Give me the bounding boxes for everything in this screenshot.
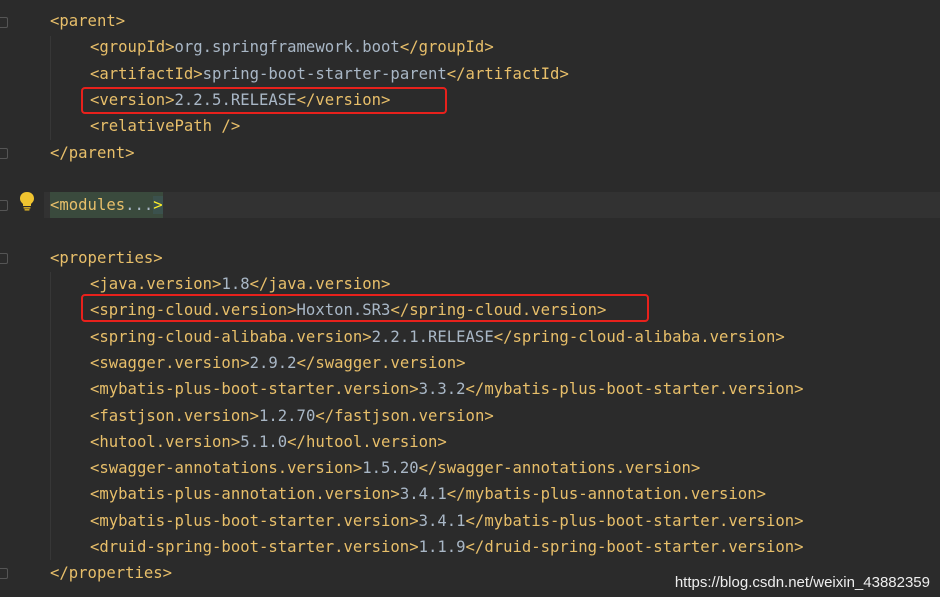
xml-tag: </fastjson.version>: [315, 406, 494, 425]
xml-tag: </mybatis-plus-boot-starter.version>: [465, 511, 804, 530]
xml-value: 1.1.9: [418, 538, 466, 556]
code-text: <spring-cloud-alibaba.version>2.2.1.RELE…: [90, 324, 785, 350]
watermark: https://blog.csdn.net/weixin_43882359: [674, 574, 930, 591]
xml-tag: </swagger-annotations.version>: [418, 459, 701, 478]
code-text: <swagger.version>2.9.2</swagger.version>: [90, 350, 466, 376]
code-text: </properties>: [50, 560, 172, 586]
xml-tag: <mybatis-plus-boot-starter.version>: [90, 511, 419, 530]
xml-tag: <relativePath />: [90, 117, 241, 136]
fold-marker-parent-close[interactable]: [0, 148, 8, 159]
xml-value: 3.4.1: [418, 511, 466, 530]
xml-value: org.springframework.boot: [174, 38, 400, 57]
xml-tag: </mybatis-plus-annotation.version>: [446, 485, 766, 504]
spring-cloud-version-highlight-box: [81, 294, 649, 322]
code-text: <hutool.version>5.1.0</hutool.version>: [90, 429, 447, 455]
xml-value: 2.9.2: [249, 353, 297, 372]
xml-value: 2.2.1.RELEASE: [371, 327, 494, 346]
fold-marker-properties-open[interactable]: [0, 253, 8, 264]
xml-tag: <fastjson.version>: [90, 406, 259, 425]
code-text: <relativePath />: [90, 113, 240, 139]
code-text: <mybatis-plus-boot-starter.version>3.4.1…: [90, 508, 804, 534]
xml-tag: <modules: [50, 196, 126, 215]
xml-tag: </parent>: [50, 143, 135, 162]
xml-tag: <groupId>: [90, 38, 175, 57]
xml-value: 3.4.1: [399, 485, 447, 504]
xml-tag: <java.version>: [90, 275, 222, 293]
xml-tag: <swagger-annotations.version>: [90, 459, 363, 478]
code-text: <groupId>org.springframework.boot</group…: [90, 34, 494, 60]
xml-tag: </groupId>: [399, 38, 494, 57]
xml-tag: </mybatis-plus-boot-starter.version>: [465, 380, 804, 399]
lightbulb-icon[interactable]: [18, 191, 36, 211]
xml-tag: </spring-cloud-alibaba.version>: [493, 327, 785, 346]
fold-marker-parent-open[interactable]: [0, 17, 8, 28]
editor-gutter: [0, 0, 44, 597]
xml-tag: <druid-spring-boot-starter.version>: [90, 538, 419, 556]
xml-tag: <artifactId>: [90, 64, 203, 83]
xml-tag: </artifactId>: [446, 64, 569, 83]
version-highlight-box: [81, 87, 447, 114]
code-text: <parent>: [50, 8, 125, 34]
fold-marker-modules[interactable]: [0, 200, 8, 211]
xml-tag: <mybatis-plus-annotation.version>: [90, 485, 400, 504]
code-text: <swagger-annotations.version>1.5.20</swa…: [90, 455, 700, 481]
indent-guide: [50, 272, 51, 560]
xml-value: 5.1.0: [240, 432, 288, 451]
xml-tag: </java.version>: [249, 275, 391, 293]
xml-value: 1.5.20: [362, 459, 419, 478]
xml-tag: <hutool.version>: [90, 432, 241, 451]
xml-tag: </swagger.version>: [296, 353, 466, 372]
matched-bracket: >: [153, 196, 163, 215]
folded-region[interactable]: <modules...>: [50, 192, 163, 219]
code-text: <mybatis-plus-boot-starter.version>3.3.2…: [90, 376, 804, 402]
xml-value: 1.2.70: [259, 406, 316, 425]
code-text: <druid-spring-boot-starter.version>1.1.9…: [90, 534, 804, 560]
code-text: <artifactId>spring-boot-starter-parent</…: [90, 61, 569, 87]
xml-value: 1.8: [221, 275, 250, 293]
xml-value: 3.3.2: [418, 380, 466, 399]
xml-tag: <parent>: [50, 12, 126, 30]
xml-tag: <spring-cloud-alibaba.version>: [90, 327, 372, 346]
xml-tag: <properties>: [50, 248, 163, 267]
code-text: <properties>: [50, 245, 163, 271]
code-text: <fastjson.version>1.2.70</fastjson.versi…: [90, 403, 494, 429]
fold-marker-properties-close[interactable]: [0, 568, 8, 579]
xml-tag: <mybatis-plus-boot-starter.version>: [90, 380, 419, 399]
xml-tag: </druid-spring-boot-starter.version>: [465, 538, 804, 556]
code-editor[interactable]: <parent> <groupId>org.springframework.boo…: [0, 0, 940, 597]
code-text: </parent>: [50, 140, 135, 166]
indent-guide: [50, 36, 51, 140]
xml-tag: </properties>: [50, 564, 173, 583]
fold-ellipsis: ...: [125, 196, 154, 215]
xml-tag: </hutool.version>: [287, 432, 447, 451]
code-line-current[interactable]: <modules...>: [44, 192, 940, 219]
xml-value: spring-boot-starter-parent: [202, 64, 447, 83]
code-text: <mybatis-plus-annotation.version>3.4.1</…: [90, 481, 766, 507]
xml-tag: <swagger.version>: [90, 353, 250, 372]
